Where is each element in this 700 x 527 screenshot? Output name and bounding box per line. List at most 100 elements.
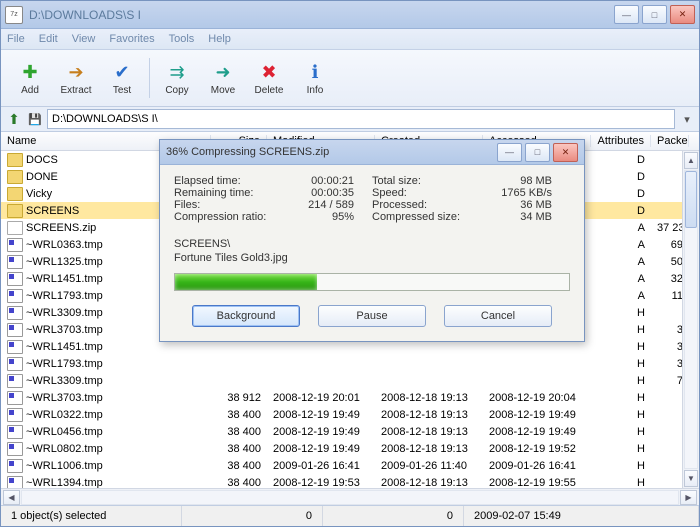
file-accessed: 2008-12-19 19:52 <box>483 443 591 455</box>
file-icon <box>7 442 23 456</box>
progress-fill <box>175 274 317 290</box>
file-size: 38 912 <box>211 392 267 404</box>
table-row[interactable]: ~WRL0456.tmp38 4002008-12-19 19:492008-1… <box>1 423 699 440</box>
file-attr: D <box>591 154 651 166</box>
hscroll-track[interactable] <box>21 490 679 505</box>
background-button[interactable]: Background <box>192 305 300 327</box>
minimize-button[interactable]: — <box>614 5 639 24</box>
scroll-track[interactable] <box>684 170 698 469</box>
file-icon <box>7 255 23 269</box>
file-size: 38 400 <box>211 477 267 489</box>
table-row[interactable]: ~WRL1006.tmp38 4002009-01-26 16:412009-0… <box>1 457 699 474</box>
menu-favorites[interactable]: Favorites <box>109 33 154 45</box>
file-icon <box>7 459 23 473</box>
dialog-titlebar[interactable]: 36% Compressing SCREENS.zip — □ ✕ <box>160 140 584 165</box>
close-button[interactable]: ✕ <box>670 5 695 24</box>
file-accessed: 2008-12-19 19:49 <box>483 426 591 438</box>
remaining-label: Remaining time: <box>174 187 274 199</box>
status-size2: 0 <box>323 506 464 526</box>
table-row[interactable]: ~WRL1394.tmp38 4002008-12-19 19:532008-1… <box>1 474 699 488</box>
file-name: ~WRL1394.tmp <box>26 476 103 488</box>
dialog-close-button[interactable]: ✕ <box>553 143 578 162</box>
file-name: ~WRL0322.tmp <box>26 408 103 420</box>
dialog-title: 36% Compressing SCREENS.zip <box>166 146 497 158</box>
file-name: DOCS <box>26 153 58 165</box>
total-value: 98 MB <box>520 175 552 187</box>
check-icon: ✔ <box>110 61 134 85</box>
test-button[interactable]: ✔Test <box>99 54 145 102</box>
window-title: D:\DOWNLOADS\S I <box>29 8 614 22</box>
copy-button[interactable]: ⇉Copy <box>154 54 200 102</box>
cancel-button[interactable]: Cancel <box>444 305 552 327</box>
dropdown-icon[interactable]: ▾ <box>679 111 695 127</box>
vertical-scrollbar[interactable]: ▲ ▼ <box>682 151 699 488</box>
ratio-value: 95% <box>332 211 354 223</box>
file-icon <box>7 221 23 235</box>
dialog-minimize-button[interactable]: — <box>497 143 522 162</box>
speed-label: Speed: <box>372 187 472 199</box>
file-created: 2008-12-18 19:13 <box>375 443 483 455</box>
menu-help[interactable]: Help <box>208 33 231 45</box>
file-attr: H <box>591 409 651 421</box>
file-accessed: 2009-01-26 16:41 <box>483 460 591 472</box>
menu-file[interactable]: File <box>7 33 25 45</box>
table-row[interactable]: ~WRL0322.tmp38 4002008-12-19 19:492008-1… <box>1 406 699 423</box>
header-attributes[interactable]: Attributes <box>591 135 651 147</box>
pause-button[interactable]: Pause <box>318 305 426 327</box>
horizontal-scrollbar[interactable]: ◀ ▶ <box>1 488 699 505</box>
file-created: 2008-12-18 19:13 <box>375 426 483 438</box>
file-modified: 2008-12-19 19:49 <box>267 409 375 421</box>
menu-edit[interactable]: Edit <box>39 33 58 45</box>
scroll-up-icon[interactable]: ▲ <box>684 152 698 169</box>
processed-value: 36 MB <box>520 199 552 211</box>
file-name: SCREENS <box>26 204 79 216</box>
scroll-thumb[interactable] <box>685 171 697 228</box>
status-selected: 1 object(s) selected <box>1 506 182 526</box>
menu-tools[interactable]: Tools <box>169 33 195 45</box>
info-button[interactable]: ℹInfo <box>292 54 338 102</box>
table-row[interactable]: ~WRL0802.tmp38 4002008-12-19 19:492008-1… <box>1 440 699 457</box>
maximize-button[interactable]: □ <box>642 5 667 24</box>
header-packed[interactable]: Packe <box>651 135 689 147</box>
file-created: 2008-12-18 19:13 <box>375 409 483 421</box>
table-row[interactable]: ~WRL3703.tmp38 9122008-12-19 20:012008-1… <box>1 389 699 406</box>
delete-button[interactable]: ✖Delete <box>246 54 292 102</box>
speed-value: 1765 KB/s <box>501 187 552 199</box>
info-label: Info <box>307 85 324 96</box>
extract-icon: ➔ <box>64 61 88 85</box>
file-icon <box>7 408 23 422</box>
file-attr: A <box>591 290 651 302</box>
file-icon <box>7 306 23 320</box>
total-label: Total size: <box>372 175 472 187</box>
copy-icon: ⇉ <box>165 61 189 85</box>
up-icon[interactable]: ⬆ <box>5 110 23 128</box>
file-attr: A <box>591 273 651 285</box>
move-button[interactable]: ➜Move <box>200 54 246 102</box>
file-attr: H <box>591 358 651 370</box>
file-created: 2009-01-26 11:40 <box>375 460 483 472</box>
add-button[interactable]: ✚Add <box>7 54 53 102</box>
processed-label: Processed: <box>372 199 472 211</box>
table-row[interactable]: ~WRL1793.tmpH3 <box>1 355 699 372</box>
file-name: ~WRL3309.tmp <box>26 374 103 386</box>
dialog-maximize-button[interactable]: □ <box>525 143 550 162</box>
scroll-down-icon[interactable]: ▼ <box>684 470 698 487</box>
table-row[interactable]: ~WRL3309.tmpH7 <box>1 372 699 389</box>
address-input[interactable] <box>47 109 675 129</box>
toolbar-separator <box>149 58 150 98</box>
file-attr: A <box>591 256 651 268</box>
scroll-right-icon[interactable]: ▶ <box>680 490 697 505</box>
file-name: ~WRL3309.tmp <box>26 306 103 318</box>
file-icon <box>7 374 23 388</box>
file-accessed: 2008-12-19 20:04 <box>483 392 591 404</box>
file-attr: H <box>591 375 651 387</box>
extract-button[interactable]: ➔Extract <box>53 54 99 102</box>
status-time: 2009-02-07 15:49 <box>464 506 699 526</box>
titlebar[interactable]: 7z D:\DOWNLOADS\S I — □ ✕ <box>1 1 699 29</box>
file-icon <box>7 187 23 201</box>
scroll-left-icon[interactable]: ◀ <box>3 490 20 505</box>
file-attr: H <box>591 443 651 455</box>
progress-dialog: 36% Compressing SCREENS.zip — □ ✕ Elapse… <box>159 139 585 342</box>
file-name: ~WRL1325.tmp <box>26 255 103 267</box>
menu-view[interactable]: View <box>72 33 96 45</box>
